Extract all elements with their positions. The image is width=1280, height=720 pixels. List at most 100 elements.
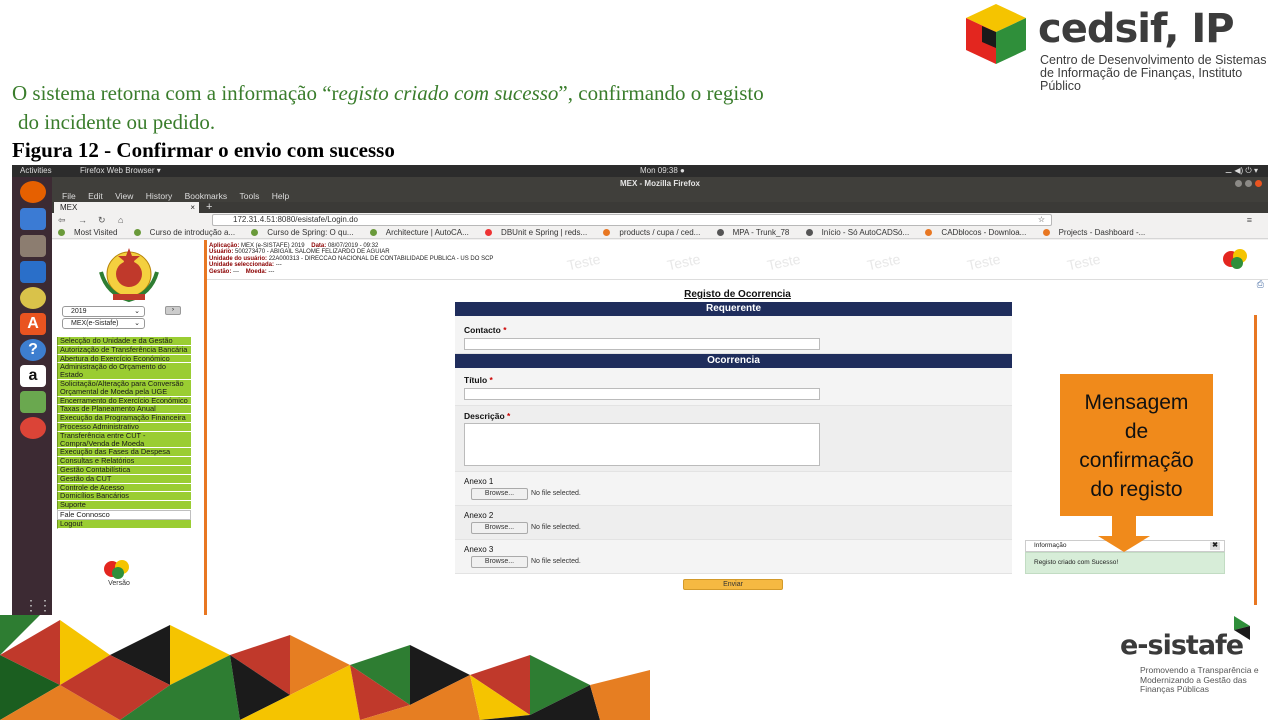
app-select-value: MEX(e-Sistafe) [71,320,119,327]
contacto-input[interactable] [464,338,820,350]
menu-hamburger-icon[interactable]: ≡ [1247,213,1252,227]
usuario-label: Usuário: [209,249,234,256]
data-label: Data: [311,243,327,249]
titulo-label: Título * [464,375,493,385]
menu-file[interactable]: File [62,191,76,201]
bookmark-icon [369,229,377,236]
clock[interactable]: Mon 09:38 ● [640,165,685,177]
version-logo-icon [104,560,129,579]
rhythmbox-icon[interactable] [20,287,46,309]
editor-icon[interactable] [20,391,46,413]
slide: O sistema retorna com a informação “regi… [0,0,1280,720]
url-bar[interactable]: 172.31.4.51:8080/esistafe/Login.do ☆ [212,214,1052,226]
activities-button[interactable]: Activities [20,165,52,177]
menu-item[interactable]: Transferência entre CUT - Compra/Venda d… [57,431,191,449]
caption-text-2: ”, confirmando o registo [558,81,764,105]
browser-menu-bar: File Edit View History Bookmarks Tools H… [52,190,1268,202]
gestao-label: Gestão: [209,268,232,275]
file-status: No file selected. [531,490,581,497]
esistafe-logo: e-sistafe Promovendo a Transparência e M… [1120,612,1270,712]
chevron-down-icon: ⌄ [134,320,140,327]
bookmark-icon [716,229,724,236]
bookmark-item[interactable]: Início - Só AutoCADSó... [805,228,914,237]
bookmark-item[interactable]: MPA - Trunk_78 [716,228,794,237]
back-icon[interactable]: ⇦ [58,213,66,227]
tab-mex[interactable]: MEX × [54,202,199,213]
bookmark-label: Most Visited [74,228,118,237]
bookmark-item[interactable]: Curso de Spring: O qu... [251,228,357,237]
bookmark-item[interactable]: Curso de introdução a... [133,228,239,237]
bookmark-item[interactable]: Architecture | AutoCA... [369,228,473,237]
chrome-icon[interactable] [20,417,46,439]
decorative-pattern [0,615,650,720]
bookmark-item[interactable]: Projects - Dashboard -... [1042,228,1150,237]
watermark: Teste [765,250,802,274]
section-ocorrencia: Ocorrencia [455,354,1012,368]
forward-icon[interactable]: → [78,213,87,227]
menu-view[interactable]: View [115,191,133,201]
close-icon[interactable] [1255,180,1262,187]
reload-icon[interactable]: ↻ [98,213,106,227]
window-title-bar: MEX - Mozilla Firefox [52,177,1268,190]
bookmark-icon [603,229,611,236]
watermark: Teste [565,250,602,274]
window-title: MEX - Mozilla Firefox [619,179,700,188]
browse-button[interactable]: Browse... [471,488,528,500]
files-icon[interactable] [20,235,46,257]
callout-arrow-icon [1098,536,1150,552]
bookmark-item[interactable]: DBUnit e Spring | reds... [485,228,591,237]
usuario-value: 500273470 - ABIGAIL SALOME FELIZARDO DE … [235,249,390,256]
aplicacao-label: Aplicação: [209,243,240,249]
menu-edit[interactable]: Edit [88,191,103,201]
bookmark-label: MPA - Trunk_78 [732,228,790,237]
system-tray[interactable]: ⚊ ◀) ⏻ ▾ [1225,165,1258,177]
software-center-icon[interactable]: A [20,313,46,335]
thunderbird-icon[interactable] [20,208,46,230]
app-select[interactable]: MEX(e-Sistafe) ⌄ [62,318,145,329]
new-tab-icon[interactable]: + [206,201,212,213]
menu-history[interactable]: History [146,191,172,201]
help-icon[interactable]: ? [20,339,46,361]
bookmark-icon [58,229,65,236]
bookmark-label: Curso de Spring: O qu... [267,228,354,237]
browse-button[interactable]: Browse... [471,556,528,568]
descricao-textarea[interactable] [464,423,820,466]
bookmark-item[interactable]: products / cupa / ced... [603,228,704,237]
caption-italic: egisto criado com sucesso [338,81,559,105]
anexo-label: Anexo 2 [464,511,494,520]
writer-icon[interactable] [20,261,46,283]
firefox-icon[interactable] [20,181,46,203]
bookmark-star-icon[interactable]: ☆ [1038,215,1045,225]
unidade-sel-value: --- [275,262,282,269]
menu-bookmarks[interactable]: Bookmarks [185,191,228,201]
callout-arrow-shaft [1112,516,1136,538]
descricao-label: Descrição * [464,411,510,421]
menu-item[interactable]: Administração do Orçamento do Estado [57,363,191,380]
year-go-button[interactable]: › [165,306,181,315]
session-info-text: Aplicação: MEX (e-SISTAFE) 2019 Data: 08… [209,243,493,275]
bookmark-label: Início - Só AutoCADSó... [821,228,910,237]
tab-close-icon[interactable]: × [190,202,195,213]
watermark: Teste [1065,250,1102,274]
page-scrollbar[interactable] [1254,315,1257,605]
titulo-input[interactable] [464,388,820,400]
menu-item[interactable]: Suporte [57,501,191,510]
year-select[interactable]: 2019 ⌄ [62,306,145,317]
home-icon[interactable]: ⌂ [118,213,123,227]
minimize-icon[interactable] [1235,180,1242,187]
amazon-icon[interactable]: a [20,365,46,387]
menu-help[interactable]: Help [272,191,289,201]
ubuntu-top-bar: Activities Firefox Web Browser ▾ Mon 09:… [12,165,1268,177]
bookmark-item[interactable]: Most Visited [58,228,121,237]
bookmark-item[interactable]: CADblocos - Downloa... [925,228,1030,237]
maximize-icon[interactable] [1245,180,1252,187]
callout-box: Mensagem de confirmação do registo [1060,374,1213,516]
browse-button[interactable]: Browse... [471,522,528,534]
menu-item[interactable]: Logout [57,519,191,529]
app-menu[interactable]: Firefox Web Browser ▾ [80,165,161,177]
notification-close-button[interactable]: ✖ [1210,542,1220,550]
bookmark-icon [925,229,933,236]
menu-tools[interactable]: Tools [239,191,259,201]
enviar-button[interactable]: Enviar [683,579,783,590]
menu-item[interactable]: Solicitação/Alteração para Conversão Orç… [57,380,191,397]
